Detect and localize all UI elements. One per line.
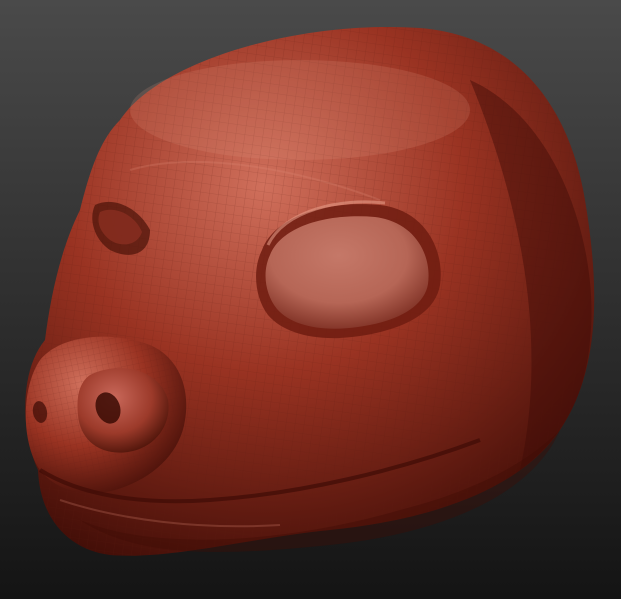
- eye-opening: [265, 216, 429, 329]
- render-viewport[interactable]: [0, 0, 621, 599]
- sculpted-animal-head-icon: [0, 0, 621, 599]
